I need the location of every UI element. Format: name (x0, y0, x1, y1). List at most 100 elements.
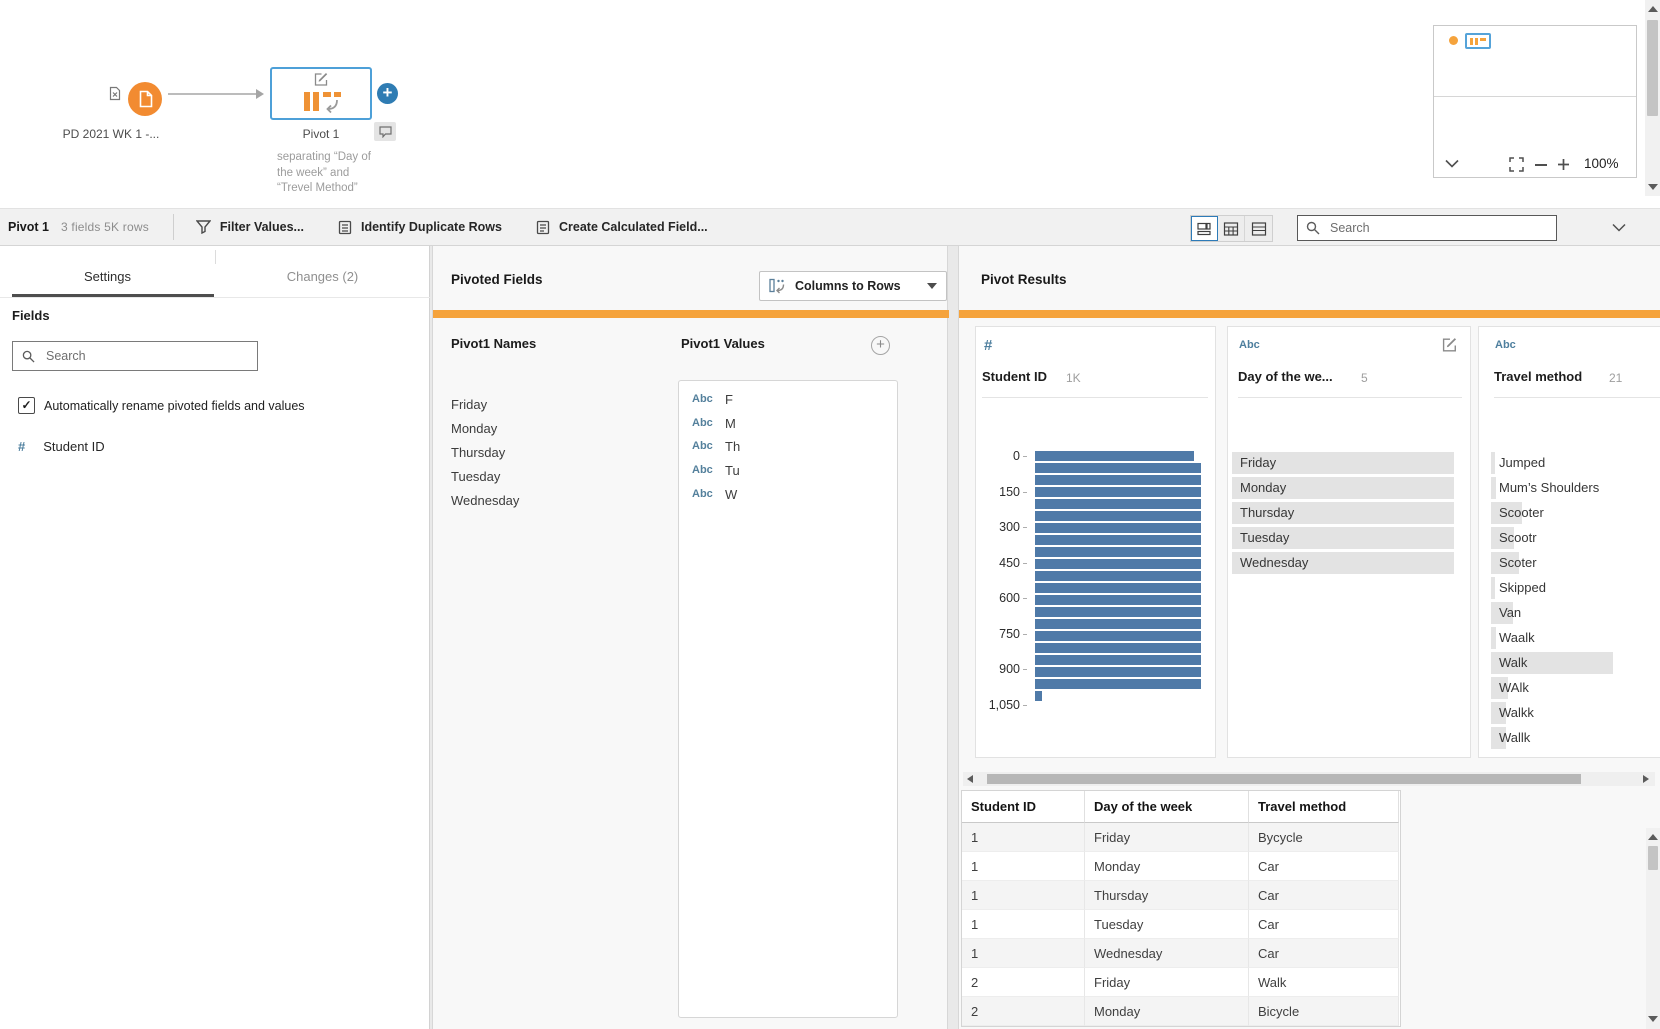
grid-vertical-scrollbar[interactable] (1646, 828, 1660, 1029)
pivot-value-item[interactable]: Abc F (679, 389, 897, 411)
histogram-bar[interactable] (1035, 583, 1201, 593)
table-cell[interactable]: Friday (1085, 968, 1249, 997)
table-cell[interactable]: Friday (1085, 823, 1249, 852)
list-view-button[interactable] (1245, 216, 1272, 241)
field-value[interactable]: Wednesday (1240, 554, 1308, 572)
table-row[interactable]: 2 Friday Walk (962, 968, 1399, 997)
table-cell[interactable]: 2 (962, 968, 1085, 997)
histogram-bar[interactable] (1035, 451, 1194, 461)
scroll-thumb[interactable] (1647, 20, 1658, 116)
histogram-bar[interactable] (1035, 535, 1201, 545)
histogram-bar[interactable] (1035, 487, 1201, 497)
field-value[interactable]: Waalk (1499, 629, 1535, 647)
field-value[interactable]: Jumped (1499, 454, 1545, 472)
identify-duplicate-rows-button[interactable]: Identify Duplicate Rows (338, 220, 502, 235)
column-header[interactable]: Travel method (1249, 791, 1399, 823)
fit-to-screen-icon[interactable] (1509, 157, 1524, 172)
step-annotation[interactable]: separating “Day of the week” and “Trevel… (277, 150, 395, 197)
histogram-bar[interactable] (1035, 463, 1201, 473)
table-cell[interactable]: 1 (962, 881, 1085, 910)
pivot-name-item[interactable]: Wednesday (451, 490, 651, 512)
table-cell[interactable]: Monday (1085, 852, 1249, 881)
profile-card-day-of-week[interactable]: Abc Day of the we... 5 Friday Monday Thurs… (1227, 326, 1471, 758)
field-value[interactable]: Thursday (1240, 504, 1294, 522)
field-value[interactable]: WAlk (1499, 679, 1529, 697)
table-cell[interactable]: Thursday (1085, 881, 1249, 910)
flow-scrollbar[interactable] (1645, 0, 1660, 196)
histogram-bar[interactable] (1035, 655, 1201, 665)
scroll-up-arrow[interactable] (1648, 834, 1658, 840)
scroll-thumb[interactable] (1648, 846, 1658, 870)
pivot-name-item[interactable]: Friday (451, 394, 651, 416)
profile-card-student-id[interactable]: # Student ID 1K 0 150 300 450 600 750 900 1,050 (975, 326, 1216, 758)
field-value[interactable]: Friday (1240, 454, 1276, 472)
histogram-bar[interactable] (1035, 547, 1201, 557)
histogram-bar[interactable] (1035, 631, 1201, 641)
table-cell[interactable]: 2 (962, 997, 1085, 1026)
table-cell[interactable]: Car (1249, 881, 1399, 910)
histogram-bar[interactable] (1035, 499, 1201, 509)
column-header[interactable]: Day of the week (1085, 791, 1249, 823)
field-value[interactable]: Walkk (1499, 704, 1534, 722)
field-value[interactable]: Scootr (1499, 529, 1537, 547)
table-row[interactable]: 1 Monday Car (962, 852, 1399, 881)
pivot-value-item[interactable]: Abc Tu (679, 460, 897, 482)
add-pivot-value-button[interactable]: + (871, 336, 890, 355)
table-cell[interactable]: Wednesday (1085, 939, 1249, 968)
profile-view-button[interactable] (1191, 216, 1218, 241)
profile-card-travel-method[interactable]: Abc Travel method 21 Jumped Mum’s Shoulde… (1478, 326, 1660, 758)
pivot-name-item[interactable]: Monday (451, 418, 651, 440)
fields-search-input[interactable] (44, 348, 238, 364)
field-value[interactable]: Wallk (1499, 729, 1530, 747)
scroll-thumb[interactable] (987, 774, 1581, 784)
histogram-bar[interactable] (1035, 667, 1201, 677)
filter-values-button[interactable]: Filter Values... (195, 220, 304, 234)
table-cell[interactable]: Car (1249, 910, 1399, 939)
scroll-right-arrow[interactable] (1643, 775, 1649, 783)
tab-settings[interactable]: Settings (0, 264, 215, 290)
histogram-bar[interactable] (1035, 511, 1201, 521)
table-cell[interactable]: 1 (962, 910, 1085, 939)
field-row-student-id[interactable]: # Student ID (18, 439, 105, 454)
pivot-mode-dropdown[interactable]: Columns to Rows (759, 271, 947, 301)
table-row[interactable]: 1 Tuesday Car (962, 910, 1399, 939)
pivot-value-item[interactable]: Abc W (679, 484, 897, 506)
zoom-in-icon[interactable] (1557, 158, 1570, 171)
toolbar-chevron-down-icon[interactable] (1612, 223, 1626, 232)
scroll-up-arrow[interactable] (1648, 6, 1658, 12)
histogram-bar[interactable] (1035, 571, 1201, 581)
pivot-value-item[interactable]: Abc Th (679, 436, 897, 458)
tab-changes[interactable]: Changes (2) (215, 264, 430, 290)
table-cell[interactable]: Bycycle (1249, 823, 1399, 852)
results-horizontal-scrollbar[interactable] (963, 772, 1655, 786)
auto-rename-checkbox[interactable]: ✓ (18, 397, 35, 414)
add-step-button[interactable]: + (377, 83, 398, 104)
comment-icon[interactable] (374, 122, 396, 141)
histogram-bar[interactable] (1035, 595, 1201, 605)
table-cell[interactable]: Car (1249, 852, 1399, 881)
field-value[interactable]: Scooter (1499, 504, 1544, 522)
field-value[interactable]: Skipped (1499, 579, 1546, 597)
grid-view-button[interactable] (1218, 216, 1245, 241)
search-input[interactable] (1328, 220, 1532, 236)
navigator-collapse-icon[interactable] (1445, 159, 1459, 168)
scroll-left-arrow[interactable] (967, 775, 973, 783)
table-row[interactable]: 2 Monday Bicycle (962, 997, 1399, 1026)
create-calculated-field-button[interactable]: Create Calculated Field... (536, 220, 708, 235)
field-value[interactable]: Mum’s Shoulders (1499, 479, 1599, 497)
table-cell[interactable]: 1 (962, 939, 1085, 968)
table-cell[interactable]: 1 (962, 852, 1085, 881)
table-cell[interactable]: 1 (962, 823, 1085, 852)
navigator-minimap[interactable] (1434, 26, 1636, 97)
histogram-bar[interactable] (1035, 475, 1201, 485)
column-header[interactable]: Student ID (962, 791, 1085, 823)
pivot-value-item[interactable]: Abc M (679, 413, 897, 435)
table-cell[interactable]: Car (1249, 939, 1399, 968)
table-row[interactable]: 1 Thursday Car (962, 881, 1399, 910)
pivot-values-dropzone[interactable]: Abc F Abc M Abc Th Abc Tu Abc W (678, 380, 898, 1018)
field-value[interactable]: Monday (1240, 479, 1286, 497)
table-cell[interactable]: Walk (1249, 968, 1399, 997)
scroll-down-arrow[interactable] (1648, 184, 1658, 190)
zoom-out-icon[interactable] (1535, 164, 1547, 166)
table-cell[interactable]: Bicycle (1249, 997, 1399, 1026)
